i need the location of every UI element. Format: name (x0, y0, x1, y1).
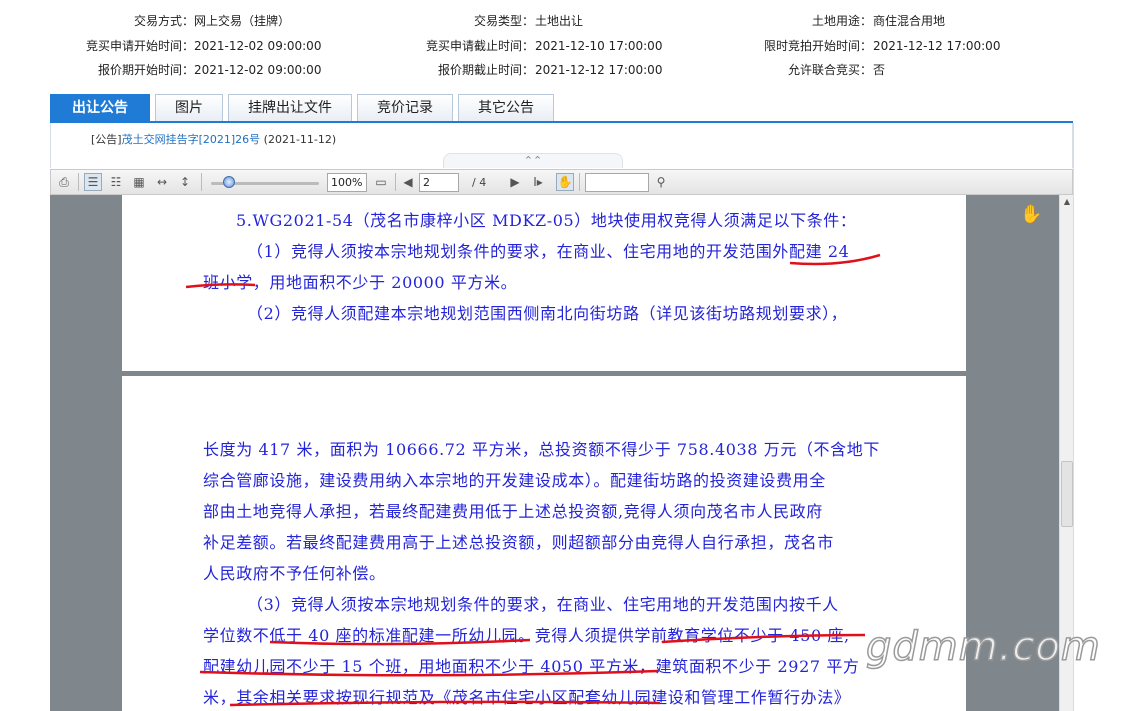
value-quote-end: 2021-12-12 17:00:00 (535, 63, 663, 77)
single-page-icon[interactable]: ☰ (84, 173, 102, 191)
notice-prefix: [公告] (91, 133, 122, 146)
zoom-slider-handle[interactable] (223, 176, 235, 188)
scroll-up-icon[interactable]: ▲ (1061, 196, 1073, 208)
tab-images[interactable]: 图片 (155, 94, 223, 121)
value-apply-start: 2021-12-02 09:00:00 (194, 39, 322, 53)
hand-tool-icon[interactable]: ✋ (556, 173, 574, 191)
label-quote-start: 报价期开始时间： (97, 63, 194, 77)
label-trade-mode: 交易方式： (133, 14, 194, 28)
tab-bid-records[interactable]: 竞价记录 (357, 94, 453, 121)
annotation-underline (185, 283, 256, 289)
tab-other-notices[interactable]: 其它公告 (458, 94, 554, 121)
annotation-underline (199, 669, 659, 677)
value-land-use: 商住混合用地 (873, 14, 946, 28)
next-page-icon[interactable]: ▶ (506, 173, 524, 191)
two-page-icon[interactable]: ☷ (107, 173, 125, 191)
notice-date: (2021-11-12) (263, 133, 337, 146)
label-apply-start: 竞买申请开始时间： (85, 39, 194, 53)
label-apply-end: 竞买申请截止时间： (425, 39, 534, 53)
site-watermark: gdmm.com (865, 623, 1101, 671)
info-row: 报价期开始时间： 2021-12-02 09:00:00 报价期截止时间： 20… (0, 58, 1132, 82)
print-icon[interactable]: ⎙ (55, 173, 73, 191)
zoom-input[interactable] (327, 173, 367, 192)
info-row: 竞买申请开始时间： 2021-12-02 09:00:00 竞买申请截止时间： … (0, 34, 1132, 58)
value-quote-start: 2021-12-02 09:00:00 (194, 63, 322, 77)
text-select-icon[interactable]: I▸ (529, 173, 547, 191)
page-number-input[interactable] (419, 173, 459, 192)
search-icon[interactable]: ⚲ (652, 173, 670, 191)
value-trade-mode: 网上交易（挂牌） (194, 14, 291, 28)
scrollbar-thumb[interactable] (1061, 461, 1073, 527)
label-joint-bid: 允许联合竞买： (787, 63, 872, 77)
annotation-underline (661, 633, 866, 644)
annotation-underline (789, 253, 881, 266)
previous-page-icon[interactable]: ◀ (399, 173, 417, 191)
notice-panel: [公告]茂土交网挂告字[2021]26号 (2021-11-12) ⌃⌃ (50, 123, 1073, 168)
panel-border (1073, 123, 1074, 711)
fullscreen-icon[interactable]: ▭ (372, 173, 390, 191)
annotation-underline (229, 700, 661, 707)
tab-bar: 出让公告 图片 挂牌出让文件 竞价记录 其它公告 (50, 94, 1080, 122)
chevron-up-icon: ⌃⌃ (523, 154, 543, 167)
transaction-info: 交易方式： 网上交易（挂牌） 交易类型： 土地出让 土地用途： 商住混合用地 竞… (0, 0, 1132, 90)
search-input[interactable] (585, 173, 649, 192)
tab-announcement[interactable]: 出让公告 (50, 94, 150, 121)
value-trade-type: 土地出让 (535, 14, 584, 28)
value-auction-start: 2021-12-12 17:00:00 (873, 39, 1001, 53)
notice-link[interactable]: 茂土交网挂告字[2021]26号 (122, 133, 261, 146)
label-land-use: 土地用途： (811, 14, 872, 28)
label-auction-start: 限时竞拍开始时间： (763, 39, 872, 53)
fit-height-icon[interactable]: ↕ (176, 173, 194, 191)
notice-entry: [公告]茂土交网挂告字[2021]26号 (2021-11-12) (91, 131, 336, 147)
label-quote-end: 报价期截止时间： (437, 63, 534, 77)
info-row: 交易方式： 网上交易（挂牌） 交易类型： 土地出让 土地用途： 商住混合用地 (0, 9, 1132, 33)
label-trade-type: 交易类型： (473, 14, 534, 28)
fit-width-icon[interactable]: ↔ (153, 173, 171, 191)
tab-listing-documents[interactable]: 挂牌出让文件 (228, 94, 352, 121)
annotation-underline (269, 638, 531, 646)
page-total: / 4 (472, 176, 487, 189)
collapse-toggle[interactable]: ⌃⌃ (443, 153, 623, 168)
hand-cursor-icon: ✋ (1020, 204, 1043, 225)
value-apply-end: 2021-12-10 17:00:00 (535, 39, 663, 53)
thumbnail-grid-icon[interactable]: ▦ (130, 173, 148, 191)
pdf-toolbar: ⎙ ☰ ☷ ▦ ↔ ↕ ▭ ◀ / 4 ▶ I▸ ✋ ⚲ (50, 169, 1073, 195)
value-joint-bid: 否 (873, 63, 886, 77)
